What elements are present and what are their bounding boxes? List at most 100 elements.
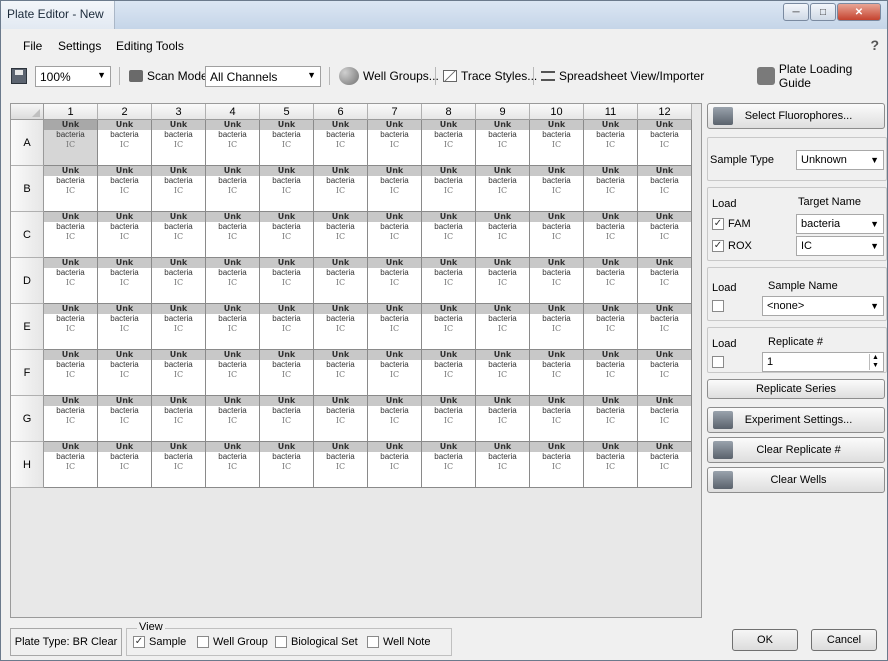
well-c2[interactable]: Unk bacteria IC — [98, 212, 152, 258]
well-c11[interactable]: Unk bacteria IC — [584, 212, 638, 258]
well-a10[interactable]: Unk bacteria IC — [530, 120, 584, 166]
well-h8[interactable]: Unk bacteria IC — [422, 442, 476, 488]
well-b5[interactable]: Unk bacteria IC — [260, 166, 314, 212]
fam-target-select[interactable]: bacteria ▼ — [796, 214, 884, 234]
well-c9[interactable]: Unk bacteria IC — [476, 212, 530, 258]
view-well-group-option[interactable]: Well Group — [197, 636, 268, 648]
well-f12[interactable]: Unk bacteria IC — [638, 350, 692, 396]
well-f6[interactable]: Unk bacteria IC — [314, 350, 368, 396]
well-c4[interactable]: Unk bacteria IC — [206, 212, 260, 258]
well-c3[interactable]: Unk bacteria IC — [152, 212, 206, 258]
well-a8[interactable]: Unk bacteria IC — [422, 120, 476, 166]
maximize-button[interactable]: □ — [810, 3, 836, 21]
column-header[interactable]: 1 — [44, 104, 98, 120]
help-icon[interactable]: ? — [870, 37, 879, 53]
well-b7[interactable]: Unk bacteria IC — [368, 166, 422, 212]
well-b8[interactable]: Unk bacteria IC — [422, 166, 476, 212]
well-a4[interactable]: Unk bacteria IC — [206, 120, 260, 166]
well-g7[interactable]: Unk bacteria IC — [368, 396, 422, 442]
well-c7[interactable]: Unk bacteria IC — [368, 212, 422, 258]
column-header[interactable]: 2 — [98, 104, 152, 120]
view-well-group-checkbox[interactable] — [197, 636, 209, 648]
well-a5[interactable]: Unk bacteria IC — [260, 120, 314, 166]
well-g8[interactable]: Unk bacteria IC — [422, 396, 476, 442]
rox-checkbox[interactable]: ✓ — [712, 240, 724, 252]
replicate-series-button[interactable]: Replicate Series — [707, 379, 885, 399]
spreadsheet-button[interactable]: Spreadsheet View/Importer — [541, 65, 704, 87]
well-g6[interactable]: Unk bacteria IC — [314, 396, 368, 442]
menu-settings[interactable]: Settings — [58, 39, 101, 53]
column-header[interactable]: 10 — [530, 104, 584, 120]
well-g10[interactable]: Unk bacteria IC — [530, 396, 584, 442]
well-h4[interactable]: Unk bacteria IC — [206, 442, 260, 488]
cancel-button[interactable]: Cancel — [811, 629, 877, 651]
well-g3[interactable]: Unk bacteria IC — [152, 396, 206, 442]
column-header[interactable]: 8 — [422, 104, 476, 120]
well-d4[interactable]: Unk bacteria IC — [206, 258, 260, 304]
view-biological-set-checkbox[interactable] — [275, 636, 287, 648]
well-e4[interactable]: Unk bacteria IC — [206, 304, 260, 350]
select-all-corner[interactable] — [11, 104, 44, 120]
well-d9[interactable]: Unk bacteria IC — [476, 258, 530, 304]
well-a7[interactable]: Unk bacteria IC — [368, 120, 422, 166]
well-f8[interactable]: Unk bacteria IC — [422, 350, 476, 396]
row-header[interactable]: H — [11, 442, 44, 488]
well-b3[interactable]: Unk bacteria IC — [152, 166, 206, 212]
well-a11[interactable]: Unk bacteria IC — [584, 120, 638, 166]
well-f11[interactable]: Unk bacteria IC — [584, 350, 638, 396]
plate-loading-guide-button[interactable]: Plate Loading Guide — [757, 62, 887, 90]
well-g4[interactable]: Unk bacteria IC — [206, 396, 260, 442]
well-d11[interactable]: Unk bacteria IC — [584, 258, 638, 304]
well-h11[interactable]: Unk bacteria IC — [584, 442, 638, 488]
view-well-note-checkbox[interactable] — [367, 636, 379, 648]
well-b2[interactable]: Unk bacteria IC — [98, 166, 152, 212]
well-e8[interactable]: Unk bacteria IC — [422, 304, 476, 350]
view-sample-checkbox[interactable]: ✓ — [133, 636, 145, 648]
well-b12[interactable]: Unk bacteria IC — [638, 166, 692, 212]
well-c10[interactable]: Unk bacteria IC — [530, 212, 584, 258]
well-a12[interactable]: Unk bacteria IC — [638, 120, 692, 166]
well-e6[interactable]: Unk bacteria IC — [314, 304, 368, 350]
column-header[interactable]: 7 — [368, 104, 422, 120]
well-g12[interactable]: Unk bacteria IC — [638, 396, 692, 442]
well-h3[interactable]: Unk bacteria IC — [152, 442, 206, 488]
well-g9[interactable]: Unk bacteria IC — [476, 396, 530, 442]
row-header[interactable]: F — [11, 350, 44, 396]
well-e10[interactable]: Unk bacteria IC — [530, 304, 584, 350]
row-header[interactable]: B — [11, 166, 44, 212]
well-d8[interactable]: Unk bacteria IC — [422, 258, 476, 304]
column-header[interactable]: 5 — [260, 104, 314, 120]
clear-replicate-button[interactable]: Clear Replicate # — [707, 437, 885, 463]
well-h9[interactable]: Unk bacteria IC — [476, 442, 530, 488]
row-header[interactable]: C — [11, 212, 44, 258]
row-header[interactable]: E — [11, 304, 44, 350]
well-e11[interactable]: Unk bacteria IC — [584, 304, 638, 350]
well-groups-button[interactable]: Well Groups... — [339, 65, 439, 87]
well-f3[interactable]: Unk bacteria IC — [152, 350, 206, 396]
well-f4[interactable]: Unk bacteria IC — [206, 350, 260, 396]
sample-name-checkbox[interactable] — [712, 300, 724, 312]
minimize-button[interactable]: ─ — [783, 3, 809, 21]
column-header[interactable]: 9 — [476, 104, 530, 120]
well-g11[interactable]: Unk bacteria IC — [584, 396, 638, 442]
well-d10[interactable]: Unk bacteria IC — [530, 258, 584, 304]
well-e2[interactable]: Unk bacteria IC — [98, 304, 152, 350]
well-a6[interactable]: Unk bacteria IC — [314, 120, 368, 166]
close-button[interactable]: ✕ — [837, 3, 881, 21]
sample-type-select[interactable]: Unknown ▼ — [796, 150, 884, 170]
replicate-checkbox[interactable] — [712, 356, 724, 368]
well-b10[interactable]: Unk bacteria IC — [530, 166, 584, 212]
well-b4[interactable]: Unk bacteria IC — [206, 166, 260, 212]
well-d5[interactable]: Unk bacteria IC — [260, 258, 314, 304]
trace-styles-button[interactable]: Trace Styles... — [443, 65, 537, 87]
row-header[interactable]: G — [11, 396, 44, 442]
well-f1[interactable]: Unk bacteria IC — [44, 350, 98, 396]
column-header[interactable]: 11 — [584, 104, 638, 120]
zoom-select[interactable]: 100% ▼ — [35, 66, 111, 87]
well-f9[interactable]: Unk bacteria IC — [476, 350, 530, 396]
well-e3[interactable]: Unk bacteria IC — [152, 304, 206, 350]
well-e1[interactable]: Unk bacteria IC — [44, 304, 98, 350]
spinner-icon[interactable]: ▲ ▼ — [869, 354, 881, 370]
sample-name-select[interactable]: <none> ▼ — [762, 296, 884, 316]
row-header[interactable]: A — [11, 120, 44, 166]
